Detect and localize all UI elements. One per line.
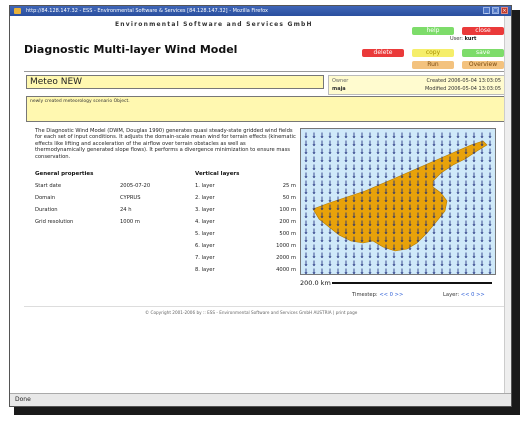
status-bar: Done xyxy=(10,393,511,406)
close-window-icon[interactable]: × xyxy=(501,7,508,14)
user-label: User: xyxy=(450,36,463,42)
general-label: Start date xyxy=(35,183,62,189)
model-description: The Diagnostic Wind Model (DWM, Douglas … xyxy=(35,128,296,160)
run-button[interactable]: Run xyxy=(412,61,454,69)
copy-button[interactable]: copy xyxy=(412,49,454,57)
owner-label: Owner xyxy=(332,78,349,84)
created-timestamp: Created 2006-05-04 13:03:05 xyxy=(426,78,501,84)
cyprus-map xyxy=(304,132,492,274)
user-name: kurt xyxy=(464,36,477,42)
general-label: Duration xyxy=(35,207,58,213)
owner-value: maja xyxy=(332,86,346,92)
browser-title: http://84.128.147.32 - ESS - Environment… xyxy=(26,8,268,14)
timestep-nav[interactable]: << 0 >> xyxy=(379,292,403,298)
help-button[interactable]: help xyxy=(412,27,454,35)
layer-label: 6. layer xyxy=(195,243,215,249)
browser-window: http://84.128.147.32 - ESS - Environment… xyxy=(9,5,512,407)
general-properties-heading: General properties xyxy=(35,171,94,177)
overview-button[interactable]: Overview xyxy=(462,61,504,69)
page-title: Diagnostic Multi-layer Wind Model xyxy=(24,43,238,56)
layer-value: 4000 m xyxy=(276,267,296,273)
layer-label: 2. layer xyxy=(195,195,215,201)
maximize-icon[interactable]: □ xyxy=(492,7,499,14)
save-button[interactable]: save xyxy=(462,49,504,57)
timestep-control: Timestep: << 0 >> xyxy=(352,292,403,298)
layer-label: 7. layer xyxy=(195,255,215,261)
general-label: Grid resolution xyxy=(35,219,74,225)
layer-label: 8. layer xyxy=(195,267,215,273)
general-value: 24 h xyxy=(120,207,132,213)
scenario-name-field[interactable]: Meteo NEW xyxy=(26,75,324,89)
vertical-scrollbar[interactable] xyxy=(504,16,511,394)
layer-value: 1000 m xyxy=(276,243,296,249)
general-value: CYPRUS xyxy=(120,195,141,201)
delete-button[interactable]: delete xyxy=(362,49,404,57)
layer-label: 4. layer xyxy=(195,219,215,225)
close-button[interactable]: close xyxy=(462,27,504,35)
general-value: 2005-07-20 xyxy=(120,183,151,189)
browser-titlebar: http://84.128.147.32 - ESS - Environment… xyxy=(10,6,511,16)
scale-bar xyxy=(332,282,492,284)
scale-label: 200.0 km xyxy=(300,279,331,287)
general-value: 1000 m xyxy=(120,219,140,225)
layer-value: 50 m xyxy=(282,195,296,201)
vertical-layers-heading: Vertical layers xyxy=(195,171,240,177)
layer-label: 1. layer xyxy=(195,183,215,189)
header-divider xyxy=(24,71,507,72)
footer-divider xyxy=(24,306,507,307)
modified-timestamp: Modified 2006-05-04 13:03:05 xyxy=(424,86,501,92)
scenario-description-field[interactable]: newly created meteorology scenario Objec… xyxy=(26,96,505,122)
owner-box: Owner maja Created 2006-05-04 13:03:05 M… xyxy=(328,75,505,95)
timestep-label: Timestep: xyxy=(352,292,378,298)
layer-label: 3. layer xyxy=(195,207,215,213)
firefox-icon xyxy=(14,8,21,14)
layer-value: 200 m xyxy=(279,219,296,225)
minimize-icon[interactable]: _ xyxy=(483,7,490,14)
layer-label: 5. layer xyxy=(195,231,215,237)
layer-value: 100 m xyxy=(279,207,296,213)
cyprus-landmass xyxy=(312,140,488,252)
layer-value: 25 m xyxy=(282,183,296,189)
footer-copyright: © Copyright 2001-2006 by :: ESS - Enviro… xyxy=(145,310,358,315)
general-label: Domain xyxy=(35,195,56,201)
user-info: User: kurt xyxy=(450,36,476,42)
page-content: Environmental Software and Services GmbH… xyxy=(10,16,511,394)
layer-nav[interactable]: << 0 >> xyxy=(461,292,485,298)
company-name: Environmental Software and Services GmbH xyxy=(115,21,313,28)
layer-value: 2000 m xyxy=(276,255,296,261)
layer-control: Layer: << 0 >> xyxy=(443,292,485,298)
layer-label: Layer: xyxy=(443,292,460,298)
wind-field-map[interactable] xyxy=(300,128,496,275)
layer-value: 500 m xyxy=(279,231,296,237)
